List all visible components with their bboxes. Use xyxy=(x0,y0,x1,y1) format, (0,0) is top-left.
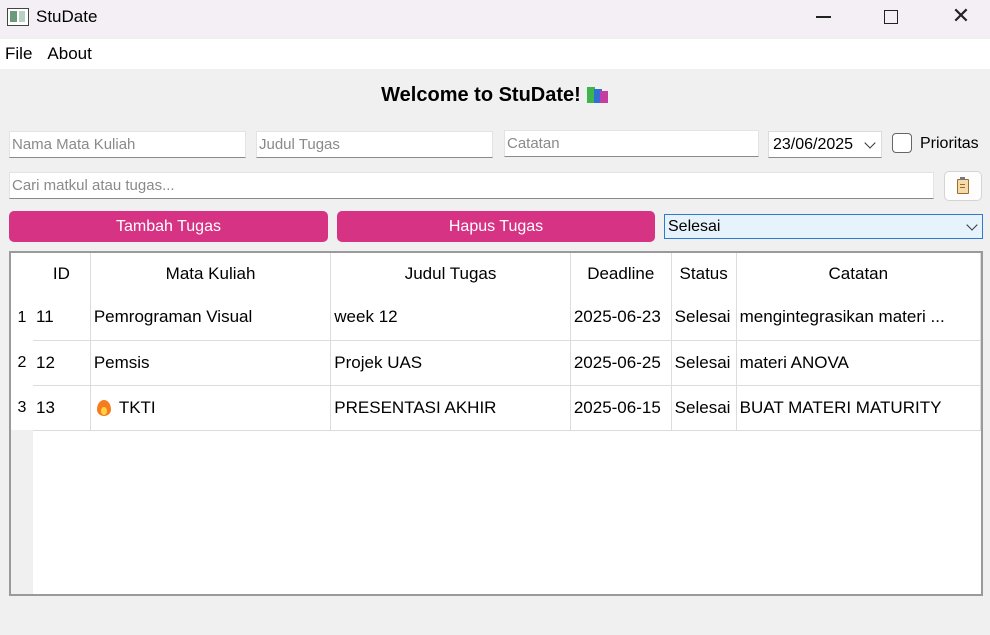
minimize-icon xyxy=(815,16,831,18)
welcome-text: Welcome to StuDate! xyxy=(381,84,581,106)
cell-deadline[interactable]: 2025-06-15 xyxy=(570,385,672,431)
row-header[interactable]: 3 xyxy=(11,385,33,430)
cell-status[interactable]: Selesai xyxy=(671,295,737,341)
delete-task-button[interactable]: Hapus Tugas xyxy=(337,211,655,242)
judul-input[interactable] xyxy=(259,136,490,153)
add-task-button[interactable]: Tambah Tugas xyxy=(9,211,328,242)
matkul-field[interactable] xyxy=(9,131,246,158)
cell-mata-kuliah-text: TKTI xyxy=(118,397,156,417)
cell-judul-tugas[interactable]: Projek UAS xyxy=(330,340,571,386)
table-row[interactable]: 11 Pemrograman Visual week 12 2025-06-23… xyxy=(33,295,981,341)
cell-mata-kuliah[interactable]: Pemrograman Visual xyxy=(90,295,332,341)
table-corner xyxy=(11,253,33,295)
task-table[interactable]: 1 2 3 ID Mata Kuliah Judul Tugas Deadlin… xyxy=(9,251,983,596)
clipboard-icon xyxy=(957,176,969,194)
catatan-field[interactable] xyxy=(504,130,759,157)
maximize-icon xyxy=(884,10,898,24)
close-button[interactable]: ✕ xyxy=(926,0,990,34)
cell-catatan[interactable]: BUAT MATERI MATURITY xyxy=(736,385,981,431)
col-header-deadline[interactable]: Deadline xyxy=(570,253,672,295)
col-header-id[interactable]: ID xyxy=(33,253,91,295)
date-value: 23/06/2025 xyxy=(773,135,854,153)
menu-bar: File About xyxy=(0,39,990,69)
title-bar: StuDate ✕ xyxy=(0,0,990,36)
cell-judul-tugas[interactable]: week 12 xyxy=(330,295,571,341)
search-field[interactable] xyxy=(9,172,934,199)
col-header-judul-tugas[interactable]: Judul Tugas xyxy=(330,253,571,295)
cell-status[interactable]: Selesai xyxy=(671,385,737,431)
task-grid: ID Mata Kuliah Judul Tugas Deadline Stat… xyxy=(33,253,981,431)
cell-id[interactable]: 12 xyxy=(33,340,91,386)
cell-judul-tugas[interactable]: PRESENTASI AKHIR xyxy=(330,385,571,431)
cell-status[interactable]: Selesai xyxy=(671,340,737,386)
row-header[interactable]: 2 xyxy=(11,340,33,385)
catatan-input[interactable] xyxy=(507,135,756,152)
table-row[interactable]: 12 Pemsis Projek UAS 2025-06-25 Selesai … xyxy=(33,340,981,386)
cell-deadline[interactable]: 2025-06-25 xyxy=(570,340,672,386)
cell-deadline[interactable]: 2025-06-23 xyxy=(570,295,672,341)
row-headers: 1 2 3 xyxy=(11,295,33,594)
fire-icon xyxy=(96,398,111,416)
search-input[interactable] xyxy=(12,177,931,194)
cell-mata-kuliah[interactable]: TKTI xyxy=(90,385,332,431)
chevron-down-icon xyxy=(966,218,978,231)
deadline-date-picker[interactable]: 23/06/2025 xyxy=(768,131,882,158)
cell-id[interactable]: 11 xyxy=(33,295,91,341)
col-header-catatan[interactable]: Catatan xyxy=(736,253,981,295)
menu-about[interactable]: About xyxy=(47,44,91,64)
chevron-down-icon xyxy=(864,136,876,149)
prioritas-label[interactable]: Prioritas xyxy=(920,135,979,153)
status-filter-select[interactable]: Selesai xyxy=(664,214,983,239)
books-icon xyxy=(586,85,609,103)
cell-mata-kuliah[interactable]: Pemsis xyxy=(90,340,332,386)
cell-catatan[interactable]: materi ANOVA xyxy=(736,340,981,386)
col-header-status[interactable]: Status xyxy=(671,253,737,295)
cell-catatan[interactable]: mengintegrasikan materi ... xyxy=(736,295,981,341)
table-row[interactable]: 13 TKTI PRESENTASI AKHIR 2025-06-15 Sele… xyxy=(33,385,981,431)
status-filter-value: Selesai xyxy=(668,217,721,235)
matkul-input[interactable] xyxy=(12,136,243,153)
window-title: StuDate xyxy=(36,7,98,26)
row-header[interactable]: 1 xyxy=(11,295,33,340)
minimize-button[interactable] xyxy=(788,0,858,34)
clipboard-button[interactable] xyxy=(944,171,982,201)
maximize-button[interactable] xyxy=(856,0,926,34)
welcome-heading: Welcome to StuDate! xyxy=(0,84,990,107)
judul-field[interactable] xyxy=(256,131,493,158)
menu-file[interactable]: File xyxy=(5,44,32,64)
table-header-row: ID Mata Kuliah Judul Tugas Deadline Stat… xyxy=(33,253,981,295)
prioritas-checkbox[interactable] xyxy=(892,133,912,153)
col-header-mata-kuliah[interactable]: Mata Kuliah xyxy=(90,253,332,295)
app-icon xyxy=(7,8,29,26)
close-icon: ✕ xyxy=(951,4,971,29)
cell-id[interactable]: 13 xyxy=(33,385,91,431)
